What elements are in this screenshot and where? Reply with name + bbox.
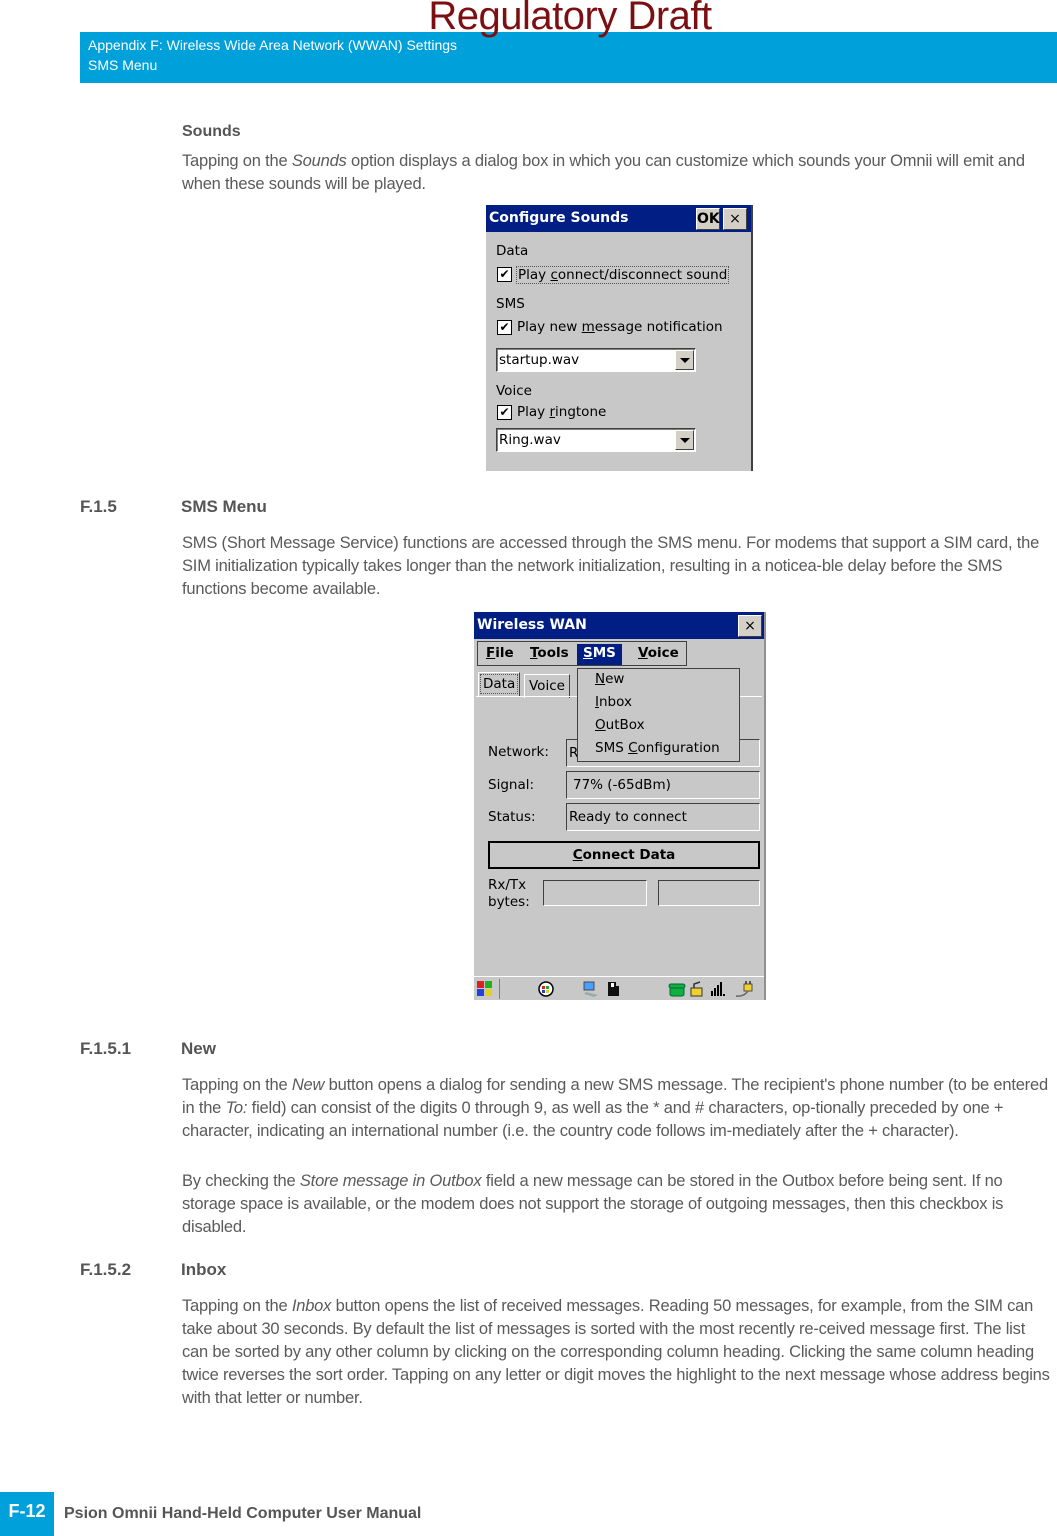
- section-number: F.1.5: [80, 497, 117, 516]
- dialog-title: Configure Sounds: [489, 210, 629, 226]
- rxtx-label: Rx/Tx bytes:: [488, 877, 530, 910]
- tx-bytes-field: [658, 880, 760, 906]
- taskbar-divider: [499, 979, 500, 999]
- chevron-down-icon[interactable]: [675, 430, 694, 450]
- window-title: Wireless WAN: [477, 617, 587, 633]
- lock-icon[interactable]: [688, 980, 706, 998]
- status-field: Ready to connect: [566, 803, 760, 831]
- page-header: Appendix F: Wireless Wide Area Network (…: [80, 32, 1057, 83]
- play-ringtone-checkbox[interactable]: ✔: [497, 405, 512, 420]
- menu-tools[interactable]: Tools: [524, 644, 575, 665]
- section-title: Inbox: [181, 1260, 227, 1279]
- ringtone-value: Ring.wav: [499, 432, 561, 448]
- menu-voice[interactable]: Voice: [632, 644, 685, 665]
- signal-field: 77% (-65dBm): [566, 771, 760, 799]
- play-connect-sound-checkbox[interactable]: ✔: [497, 267, 512, 282]
- watermark: Regulatory Draft: [428, 0, 712, 38]
- network-connection-icon[interactable]: [582, 980, 600, 998]
- status-label: Status:: [488, 809, 536, 825]
- rx-bytes-field: [543, 880, 647, 906]
- new-paragraph-2: By checking the Store message in Outbox …: [182, 1172, 1004, 1236]
- menu-item-outbox[interactable]: OutBox: [595, 717, 645, 733]
- section-title: SMS Menu: [181, 497, 267, 516]
- storage-card-icon[interactable]: [604, 980, 622, 998]
- input-panel-icon[interactable]: [537, 980, 555, 998]
- header-section: SMS Menu: [88, 57, 158, 73]
- menu-item-sms-configuration[interactable]: SMS Configuration: [595, 740, 720, 756]
- menu-item-new[interactable]: New: [595, 671, 624, 687]
- section-title: New: [181, 1039, 216, 1058]
- sounds-heading: Sounds: [182, 123, 241, 140]
- window-titlebar: Wireless WAN ×: [474, 612, 764, 639]
- taskbar: [474, 976, 764, 1000]
- section-number: F.1.5.1: [80, 1039, 132, 1058]
- section-number: F.1.5.2: [80, 1260, 132, 1279]
- manual-title: Psion Omnii Hand-Held Computer User Manu…: [64, 1505, 422, 1522]
- close-button[interactable]: ×: [738, 615, 762, 637]
- sms-menu-paragraph: SMS (Short Message Service) functions ar…: [182, 534, 1040, 598]
- signal-label: Signal:: [488, 777, 535, 793]
- play-message-notification-checkbox[interactable]: ✔: [497, 320, 512, 335]
- ok-button[interactable]: OK: [696, 208, 720, 230]
- menu-bar: File Tools SMS Voice: [477, 641, 687, 666]
- start-windows-icon[interactable]: [476, 980, 494, 998]
- ringtone-select[interactable]: Ring.wav: [496, 428, 696, 452]
- sms-dropdown-menu: New Inbox OutBox SMS Configuration: [577, 668, 740, 762]
- play-connect-sound-label[interactable]: Play connect/disconnect sound: [516, 266, 730, 284]
- menu-item-inbox[interactable]: Inbox: [595, 694, 632, 710]
- play-ringtone-label[interactable]: Play ringtone: [517, 404, 606, 420]
- voice-group-label: Voice: [496, 383, 532, 399]
- menu-file[interactable]: File: [480, 644, 520, 665]
- network-label: Network:: [488, 744, 549, 760]
- page-number-badge: F-12: [0, 1492, 54, 1536]
- close-button[interactable]: ×: [723, 208, 747, 230]
- chevron-down-icon[interactable]: [675, 350, 694, 370]
- wireless-wan-window: Wireless WAN × File Tools SMS Voice Data…: [474, 612, 766, 1000]
- configure-sounds-dialog: Configure Sounds OK × Data ✔ Play connec…: [486, 205, 753, 471]
- phone-icon[interactable]: [668, 980, 686, 998]
- sms-group-label: SMS: [496, 296, 525, 312]
- data-group-label: Data: [496, 243, 529, 259]
- new-paragraph-1: Tapping on the New button opens a dialog…: [182, 1076, 1048, 1140]
- header-chapter: Appendix F: Wireless Wide Area Network (…: [88, 37, 458, 53]
- inbox-paragraph: Tapping on the Inbox button opens the li…: [182, 1297, 1050, 1407]
- tab-data[interactable]: Data: [478, 672, 521, 696]
- menu-sms[interactable]: SMS: [577, 644, 622, 665]
- signal-strength-icon[interactable]: [709, 980, 727, 998]
- tab-voice[interactable]: Voice: [524, 674, 570, 698]
- play-message-notification-label[interactable]: Play new message notification: [517, 319, 723, 335]
- power-plug-icon[interactable]: [734, 980, 753, 998]
- sms-sound-select[interactable]: startup.wav: [496, 348, 696, 372]
- connect-data-button[interactable]: Connect Data: [488, 841, 760, 869]
- sms-sound-value: startup.wav: [499, 352, 580, 368]
- dialog-titlebar: Configure Sounds OK ×: [486, 205, 751, 232]
- sounds-paragraph: Tapping on the Sounds option displays a …: [182, 152, 1025, 193]
